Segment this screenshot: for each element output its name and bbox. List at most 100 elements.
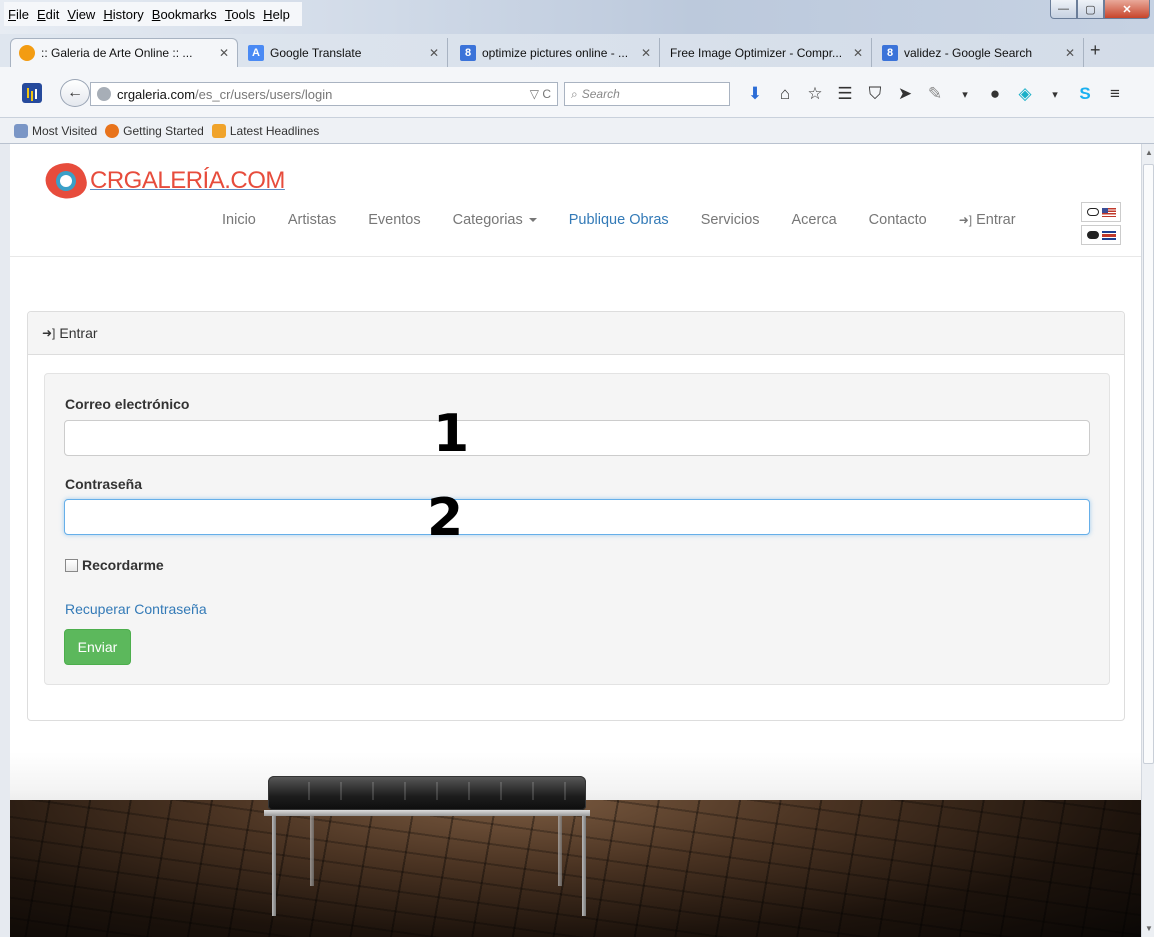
bookmark-star-icon[interactable]: ☆: [800, 84, 830, 104]
gallery-background-image: [10, 752, 1141, 937]
address-bar[interactable]: crgaleria.com/es_cr/users/users/login ▽ …: [90, 82, 558, 106]
remember-me[interactable]: Recordarme: [65, 557, 164, 573]
recover-password-link[interactable]: Recuperar Contraseña: [65, 601, 207, 617]
tab-title: validez - Google Search: [904, 45, 1033, 60]
site-logo[interactable]: CRGALERÍA.COM: [42, 161, 285, 201]
nav-categorias[interactable]: Categorias: [453, 212, 537, 228]
close-icon[interactable]: ✕: [219, 46, 229, 60]
scroll-down-icon[interactable]: ▼: [1145, 924, 1153, 933]
bench-leg: [272, 816, 276, 916]
close-icon[interactable]: ✕: [1065, 46, 1075, 60]
logo-text: CRGALERÍA.COM: [90, 167, 285, 194]
language-english-button[interactable]: [1081, 202, 1121, 222]
reading-list-icon[interactable]: ☰: [830, 84, 860, 104]
email-label: Correo electrónico: [65, 396, 190, 412]
vertical-scrollbar[interactable]: ▲ ▼: [1141, 144, 1154, 937]
google-icon: 8: [882, 44, 898, 61]
tab-galeria[interactable]: :: Galeria de Arte Online :: ... ✕: [10, 38, 238, 67]
close-icon[interactable]: ✕: [641, 46, 651, 60]
tab-optimize-pictures[interactable]: 8 optimize pictures online - ... ✕: [452, 38, 660, 67]
bookmark-label: Getting Started: [123, 123, 204, 138]
back-button[interactable]: ←: [60, 79, 90, 107]
menu-file[interactable]: File: [8, 7, 29, 22]
menu-view[interactable]: View: [67, 7, 95, 22]
site-nav: Inicio Artistas Eventos Categorias Publi…: [222, 212, 1048, 228]
panel-heading: ➜] Entrar: [28, 312, 1124, 355]
bench-leg: [558, 816, 562, 886]
nav-acerca[interactable]: Acerca: [792, 212, 837, 228]
costa-rica-flag-icon: [1101, 230, 1116, 240]
maximize-button[interactable]: ▢: [1077, 0, 1104, 19]
bookmark-latest-headlines[interactable]: Latest Headlines: [211, 123, 319, 138]
menu-help[interactable]: Help: [263, 7, 290, 22]
login-form: Correo electrónico 1 Contraseña 2 Record…: [44, 373, 1110, 685]
sign-in-icon: ➜]: [42, 326, 56, 340]
nav-eventos[interactable]: Eventos: [368, 212, 420, 228]
pocket-icon[interactable]: ⛉: [860, 84, 890, 104]
skype-icon[interactable]: S: [1070, 84, 1100, 104]
nav-inicio[interactable]: Inicio: [222, 212, 256, 228]
tab-strip: :: Galeria de Arte Online :: ... ✕ A Goo…: [0, 34, 1154, 67]
nav-servicios[interactable]: Servicios: [701, 212, 760, 228]
close-window-button[interactable]: ✕: [1104, 0, 1150, 19]
menu-bookmarks[interactable]: Bookmarks: [152, 7, 217, 22]
bench-cushion: [268, 776, 586, 810]
password-field[interactable]: [64, 499, 1090, 535]
toolbar-icons: ⬇ ⌂ ☆ ☰ ⛉ ➤ ✎ ▾ ● ◈ ▾ S ≡: [740, 82, 1130, 106]
dropdown-icon[interactable]: ▾: [1040, 88, 1070, 101]
home-icon[interactable]: ⌂: [770, 84, 800, 104]
tab-title: :: Galeria de Arte Online :: ...: [41, 46, 193, 60]
nav-publique-obras[interactable]: Publique Obras: [569, 212, 669, 228]
nav-entrar[interactable]: ➜] Entrar: [959, 212, 1016, 228]
bookmark-most-visited[interactable]: Most Visited: [14, 123, 97, 138]
remember-checkbox[interactable]: [65, 558, 78, 572]
language-spanish-button[interactable]: [1081, 225, 1121, 245]
bookmark-getting-started[interactable]: Getting Started: [105, 123, 204, 138]
most-visited-icon: [14, 123, 28, 138]
annotation-number-2: 2: [427, 488, 464, 548]
minimize-button[interactable]: —: [1050, 0, 1077, 19]
window-edge: [0, 144, 10, 937]
google-icon: 8: [460, 44, 476, 61]
search-icon: ⌕: [571, 86, 578, 101]
remember-label: Recordarme: [82, 557, 164, 573]
site-header: CRGALERÍA.COM Inicio Artistas Eventos Ca…: [10, 144, 1141, 257]
new-tab-button[interactable]: +: [1090, 40, 1101, 61]
menu-list: File Edit View History Bookmarks Tools H…: [4, 2, 302, 26]
login-panel: ➜] Entrar Correo electrónico 1 Contraseñ…: [27, 311, 1125, 721]
dropdown-icon[interactable]: ▾: [950, 88, 980, 101]
download-icon[interactable]: ⬇: [740, 84, 770, 104]
extension-icon[interactable]: ✎: [920, 84, 950, 104]
nav-contacto[interactable]: Contacto: [869, 212, 927, 228]
scroll-up-icon[interactable]: ▲: [1145, 148, 1153, 157]
stats-icon[interactable]: [22, 83, 42, 103]
scrollbar-thumb[interactable]: [1143, 164, 1154, 764]
send-icon[interactable]: ➤: [890, 84, 920, 104]
bookmarks-toolbar: Most Visited Getting Started Latest Head…: [0, 118, 1154, 144]
nav-entrar-label: Entrar: [976, 212, 1016, 228]
hamburger-menu-icon[interactable]: ≡: [1100, 84, 1130, 104]
close-icon[interactable]: ✕: [853, 46, 863, 60]
firefox-icon: [105, 123, 120, 138]
tab-google-translate[interactable]: A Google Translate ✕: [240, 38, 448, 67]
palette-icon: [19, 45, 35, 61]
window-menubar: File Edit View History Bookmarks Tools H…: [0, 0, 1154, 34]
nav-categorias-label: Categorias: [452, 212, 523, 228]
vpn-icon[interactable]: ◈: [1010, 84, 1040, 104]
menu-history[interactable]: History: [103, 7, 143, 22]
reload-icon[interactable]: ▽ C: [530, 87, 551, 101]
close-icon[interactable]: ✕: [429, 46, 439, 60]
tab-free-image-optimizer[interactable]: Free Image Optimizer - Compr... ✕: [662, 38, 872, 67]
menu-tools[interactable]: Tools: [225, 7, 255, 22]
tab-title: optimize pictures online - ...: [482, 45, 629, 60]
globe-icon: [97, 87, 111, 101]
chat-icon[interactable]: ●: [980, 84, 1010, 104]
email-field[interactable]: [64, 420, 1090, 456]
submit-button[interactable]: Enviar: [64, 629, 131, 665]
us-flag-icon: [1101, 207, 1116, 217]
menu-edit[interactable]: Edit: [37, 7, 59, 22]
tab-title: Google Translate: [270, 45, 362, 60]
search-input[interactable]: ⌕ Search: [564, 82, 730, 106]
tab-validez[interactable]: 8 validez - Google Search ✕: [874, 38, 1084, 67]
nav-artistas[interactable]: Artistas: [288, 212, 336, 228]
